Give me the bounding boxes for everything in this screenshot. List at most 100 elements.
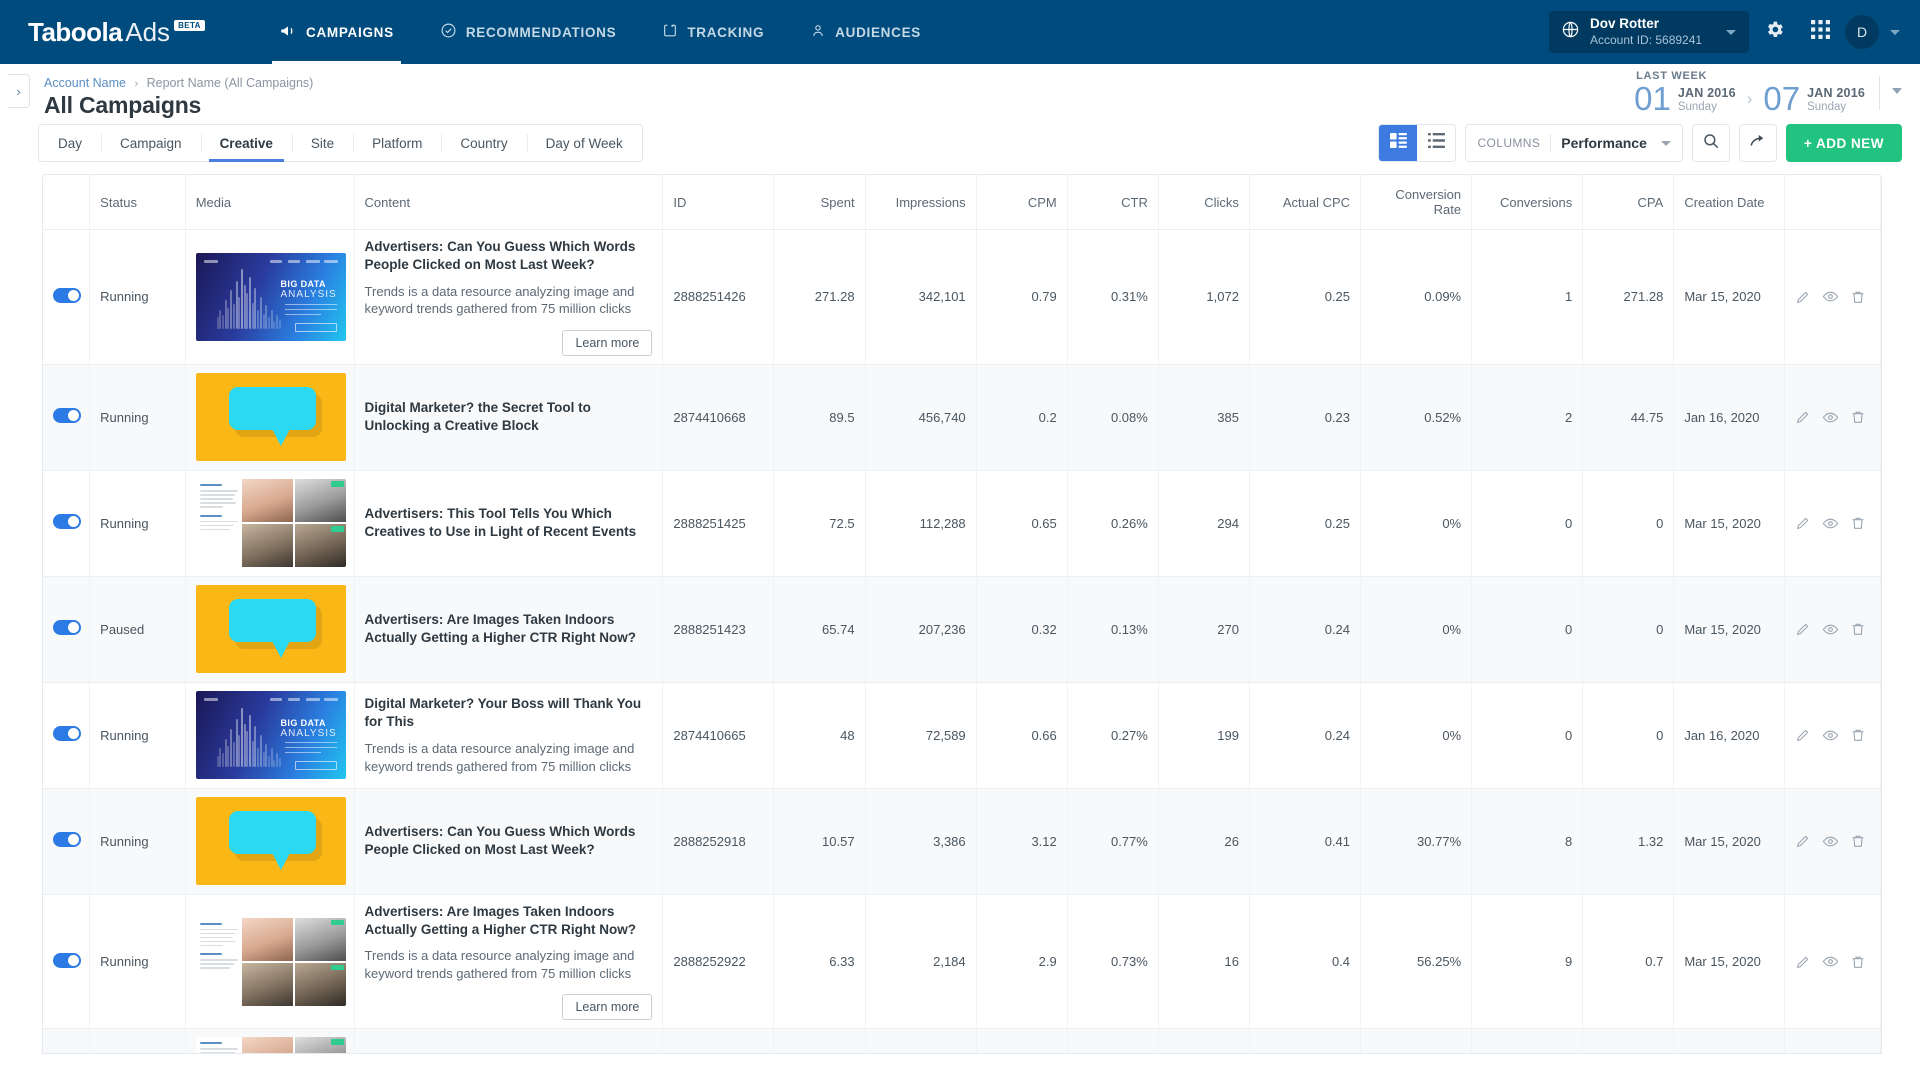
edit-icon[interactable] bbox=[1795, 409, 1811, 425]
cell-actions[interactable] bbox=[1785, 230, 1881, 365]
status-toggle[interactable] bbox=[53, 288, 81, 303]
chevron-down-icon[interactable] bbox=[1726, 30, 1736, 35]
status-toggle[interactable] bbox=[53, 832, 81, 847]
cell-toggle[interactable] bbox=[43, 788, 90, 894]
eye-icon[interactable] bbox=[1822, 621, 1839, 638]
cell-actions[interactable] bbox=[1785, 682, 1881, 788]
table-row[interactable]: Running Advertisers: This Tool Tells You… bbox=[43, 470, 1881, 576]
breadcrumb-account-link[interactable]: Account Name bbox=[44, 76, 126, 90]
column-header-actual-cpc[interactable]: Actual CPC bbox=[1249, 175, 1360, 230]
settings-button[interactable] bbox=[1753, 11, 1795, 53]
account-selector[interactable]: Dov Rotter Account ID: 5689241 bbox=[1549, 11, 1749, 53]
brand-logo[interactable]: Taboola Ads BETA bbox=[28, 19, 228, 45]
status-toggle[interactable] bbox=[53, 953, 81, 968]
apps-grid-button[interactable] bbox=[1799, 11, 1841, 53]
column-header-content[interactable]: Content bbox=[354, 175, 663, 230]
edit-icon[interactable] bbox=[1795, 621, 1811, 637]
cell-media[interactable] bbox=[185, 470, 354, 576]
column-header-creation-date[interactable]: Creation Date bbox=[1674, 175, 1785, 230]
edit-icon[interactable] bbox=[1795, 289, 1811, 305]
status-toggle[interactable] bbox=[53, 726, 81, 741]
column-header-conversion-rate[interactable]: Conversion Rate bbox=[1361, 175, 1472, 230]
column-header-clicks[interactable]: Clicks bbox=[1158, 175, 1249, 230]
cell-toggle[interactable] bbox=[43, 470, 90, 576]
nav-item-tracking[interactable]: TRACKING bbox=[639, 0, 787, 64]
column-header-impressions[interactable]: Impressions bbox=[865, 175, 976, 230]
column-header-conversions[interactable]: Conversions bbox=[1472, 175, 1583, 230]
table-row[interactable]: Running Advertisers: Are Images Taken In… bbox=[43, 894, 1881, 1029]
tab-day[interactable]: Day bbox=[39, 125, 101, 161]
cell-media[interactable]: BIG DATAANALYSIS bbox=[185, 230, 354, 365]
edit-icon[interactable] bbox=[1795, 515, 1811, 531]
status-toggle[interactable] bbox=[53, 408, 81, 423]
columns-selector[interactable]: COLUMNS Performance bbox=[1465, 124, 1682, 162]
eye-icon[interactable] bbox=[1822, 953, 1839, 970]
edit-icon[interactable] bbox=[1795, 954, 1811, 970]
trash-icon[interactable] bbox=[1850, 727, 1866, 743]
cell-toggle[interactable] bbox=[43, 1029, 90, 1054]
table-row[interactable]: Running Advertisers: Can You Guess Which… bbox=[43, 788, 1881, 894]
cell-toggle[interactable] bbox=[43, 230, 90, 365]
cell-toggle[interactable] bbox=[43, 682, 90, 788]
cell-actions[interactable] bbox=[1785, 576, 1881, 682]
learn-more-button[interactable]: Learn more bbox=[562, 330, 652, 356]
avatar[interactable]: D bbox=[1845, 15, 1879, 49]
cell-toggle[interactable] bbox=[43, 364, 90, 470]
column-header-media[interactable]: Media bbox=[185, 175, 354, 230]
eye-icon[interactable] bbox=[1822, 727, 1839, 744]
trash-icon[interactable] bbox=[1850, 833, 1866, 849]
trash-icon[interactable] bbox=[1850, 515, 1866, 531]
column-header-cpa[interactable]: CPA bbox=[1583, 175, 1674, 230]
trash-icon[interactable] bbox=[1850, 289, 1866, 305]
cell-media[interactable] bbox=[185, 894, 354, 1029]
tab-campaign[interactable]: Campaign bbox=[101, 125, 201, 161]
cell-toggle[interactable] bbox=[43, 576, 90, 682]
cell-media[interactable] bbox=[185, 1029, 354, 1054]
date-range-start[interactable]: 01 JAN 2016 Sunday bbox=[1634, 83, 1736, 114]
table-row[interactable]: Running Digital Marketer? the Secret Too… bbox=[43, 364, 1881, 470]
date-range-picker[interactable]: LAST WEEK 01 JAN 2016 Sunday › 07 JAN 20… bbox=[1634, 70, 1902, 114]
table-row[interactable]: Paused Advertisers: Are Images Taken Ind… bbox=[43, 576, 1881, 682]
tab-country[interactable]: Country bbox=[441, 125, 526, 161]
tab-day-of-week[interactable]: Day of Week bbox=[527, 125, 642, 161]
eye-icon[interactable] bbox=[1822, 833, 1839, 850]
table-row[interactable]: Running BIG DATAANALYSIS Digital Markete… bbox=[43, 682, 1881, 788]
list-view-button[interactable] bbox=[1417, 125, 1455, 161]
eye-icon[interactable] bbox=[1822, 515, 1839, 532]
cell-media[interactable] bbox=[185, 364, 354, 470]
column-header-status[interactable]: Status bbox=[90, 175, 186, 230]
tab-site[interactable]: Site bbox=[292, 125, 353, 161]
cell-actions[interactable] bbox=[1785, 788, 1881, 894]
table-row[interactable]: Running BIG DATAANALYSIS Advertisers: Ca… bbox=[43, 230, 1881, 365]
nav-item-recommendations[interactable]: RECOMMENDATIONS bbox=[417, 0, 640, 64]
nav-item-campaigns[interactable]: CAMPAIGNS bbox=[256, 0, 417, 64]
edit-icon[interactable] bbox=[1795, 833, 1811, 849]
cell-toggle[interactable] bbox=[43, 894, 90, 1029]
cell-media[interactable]: BIG DATAANALYSIS bbox=[185, 682, 354, 788]
eye-icon[interactable] bbox=[1822, 409, 1839, 426]
edit-icon[interactable] bbox=[1795, 727, 1811, 743]
cell-actions[interactable] bbox=[1785, 894, 1881, 1029]
user-menu-chevron-icon[interactable] bbox=[1890, 30, 1900, 35]
trash-icon[interactable] bbox=[1850, 409, 1866, 425]
cell-media[interactable] bbox=[185, 576, 354, 682]
learn-more-button[interactable]: Learn more bbox=[562, 994, 652, 1020]
add-new-button[interactable]: + ADD NEW bbox=[1786, 124, 1902, 162]
trash-icon[interactable] bbox=[1850, 621, 1866, 637]
status-toggle[interactable] bbox=[53, 620, 81, 635]
tab-creative[interactable]: Creative bbox=[201, 125, 292, 161]
tab-platform[interactable]: Platform bbox=[353, 125, 441, 161]
column-header-id[interactable]: ID bbox=[663, 175, 774, 230]
cell-actions[interactable] bbox=[1785, 1029, 1881, 1054]
eye-icon[interactable] bbox=[1822, 288, 1839, 305]
date-range-chevron-down-icon[interactable] bbox=[1892, 88, 1902, 94]
nav-item-audiences[interactable]: AUDIENCES bbox=[787, 0, 944, 64]
column-header-cpm[interactable]: CPM bbox=[976, 175, 1067, 230]
share-button[interactable] bbox=[1739, 124, 1777, 162]
table-row[interactable]: Advertisers: This Tool Tells You Which C… bbox=[43, 1029, 1881, 1054]
status-toggle[interactable] bbox=[53, 514, 81, 529]
date-range-end[interactable]: 07 JAN 2016 Sunday bbox=[1763, 83, 1865, 114]
trash-icon[interactable] bbox=[1850, 954, 1866, 970]
cell-actions[interactable] bbox=[1785, 364, 1881, 470]
sidebar-expand-button[interactable]: › bbox=[8, 74, 30, 108]
